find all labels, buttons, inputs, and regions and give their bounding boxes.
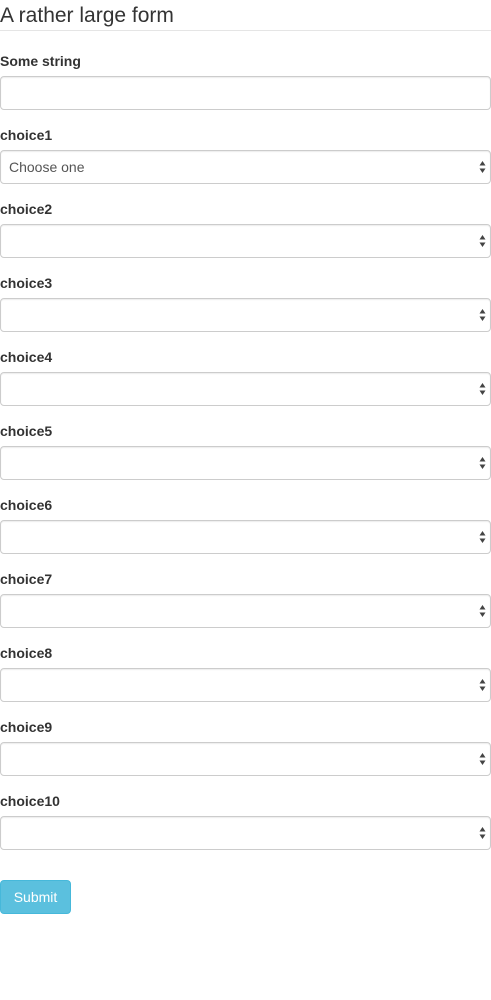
choice5-select[interactable]	[0, 446, 491, 480]
choice1-selected-value: Choose one	[9, 159, 85, 175]
choice6-select[interactable]	[0, 520, 491, 554]
updown-arrows-icon	[479, 827, 486, 839]
updown-arrows-icon	[479, 161, 486, 173]
some-string-input[interactable]	[0, 76, 491, 110]
choice4-select[interactable]	[0, 372, 491, 406]
choice5-label: choice5	[0, 423, 53, 439]
choice4-label: choice4	[0, 349, 53, 365]
updown-arrows-icon	[479, 457, 486, 469]
choice6-label: choice6	[0, 497, 53, 513]
updown-arrows-icon	[479, 383, 486, 395]
choice7-select[interactable]	[0, 594, 491, 628]
title-divider	[0, 30, 491, 31]
choice1-select[interactable]: Choose one	[0, 150, 491, 184]
updown-arrows-icon	[479, 605, 486, 617]
choice1-label: choice1	[0, 127, 53, 143]
updown-arrows-icon	[479, 679, 486, 691]
some-string-label: Some string	[0, 53, 81, 69]
updown-arrows-icon	[479, 531, 486, 543]
choice3-label: choice3	[0, 275, 53, 291]
choice8-select[interactable]	[0, 668, 491, 702]
choice10-select[interactable]	[0, 816, 491, 850]
choice2-select[interactable]	[0, 224, 491, 258]
updown-arrows-icon	[479, 235, 486, 247]
choice10-label: choice10	[0, 793, 60, 809]
choice2-label: choice2	[0, 201, 53, 217]
submit-button[interactable]: Submit	[0, 880, 71, 914]
choice7-label: choice7	[0, 571, 53, 587]
choice8-label: choice8	[0, 645, 53, 661]
page-title: A rather large form	[0, 4, 174, 27]
updown-arrows-icon	[479, 753, 486, 765]
choice9-select[interactable]	[0, 742, 491, 776]
choice9-label: choice9	[0, 719, 53, 735]
choice3-select[interactable]	[0, 298, 491, 332]
updown-arrows-icon	[479, 309, 486, 321]
